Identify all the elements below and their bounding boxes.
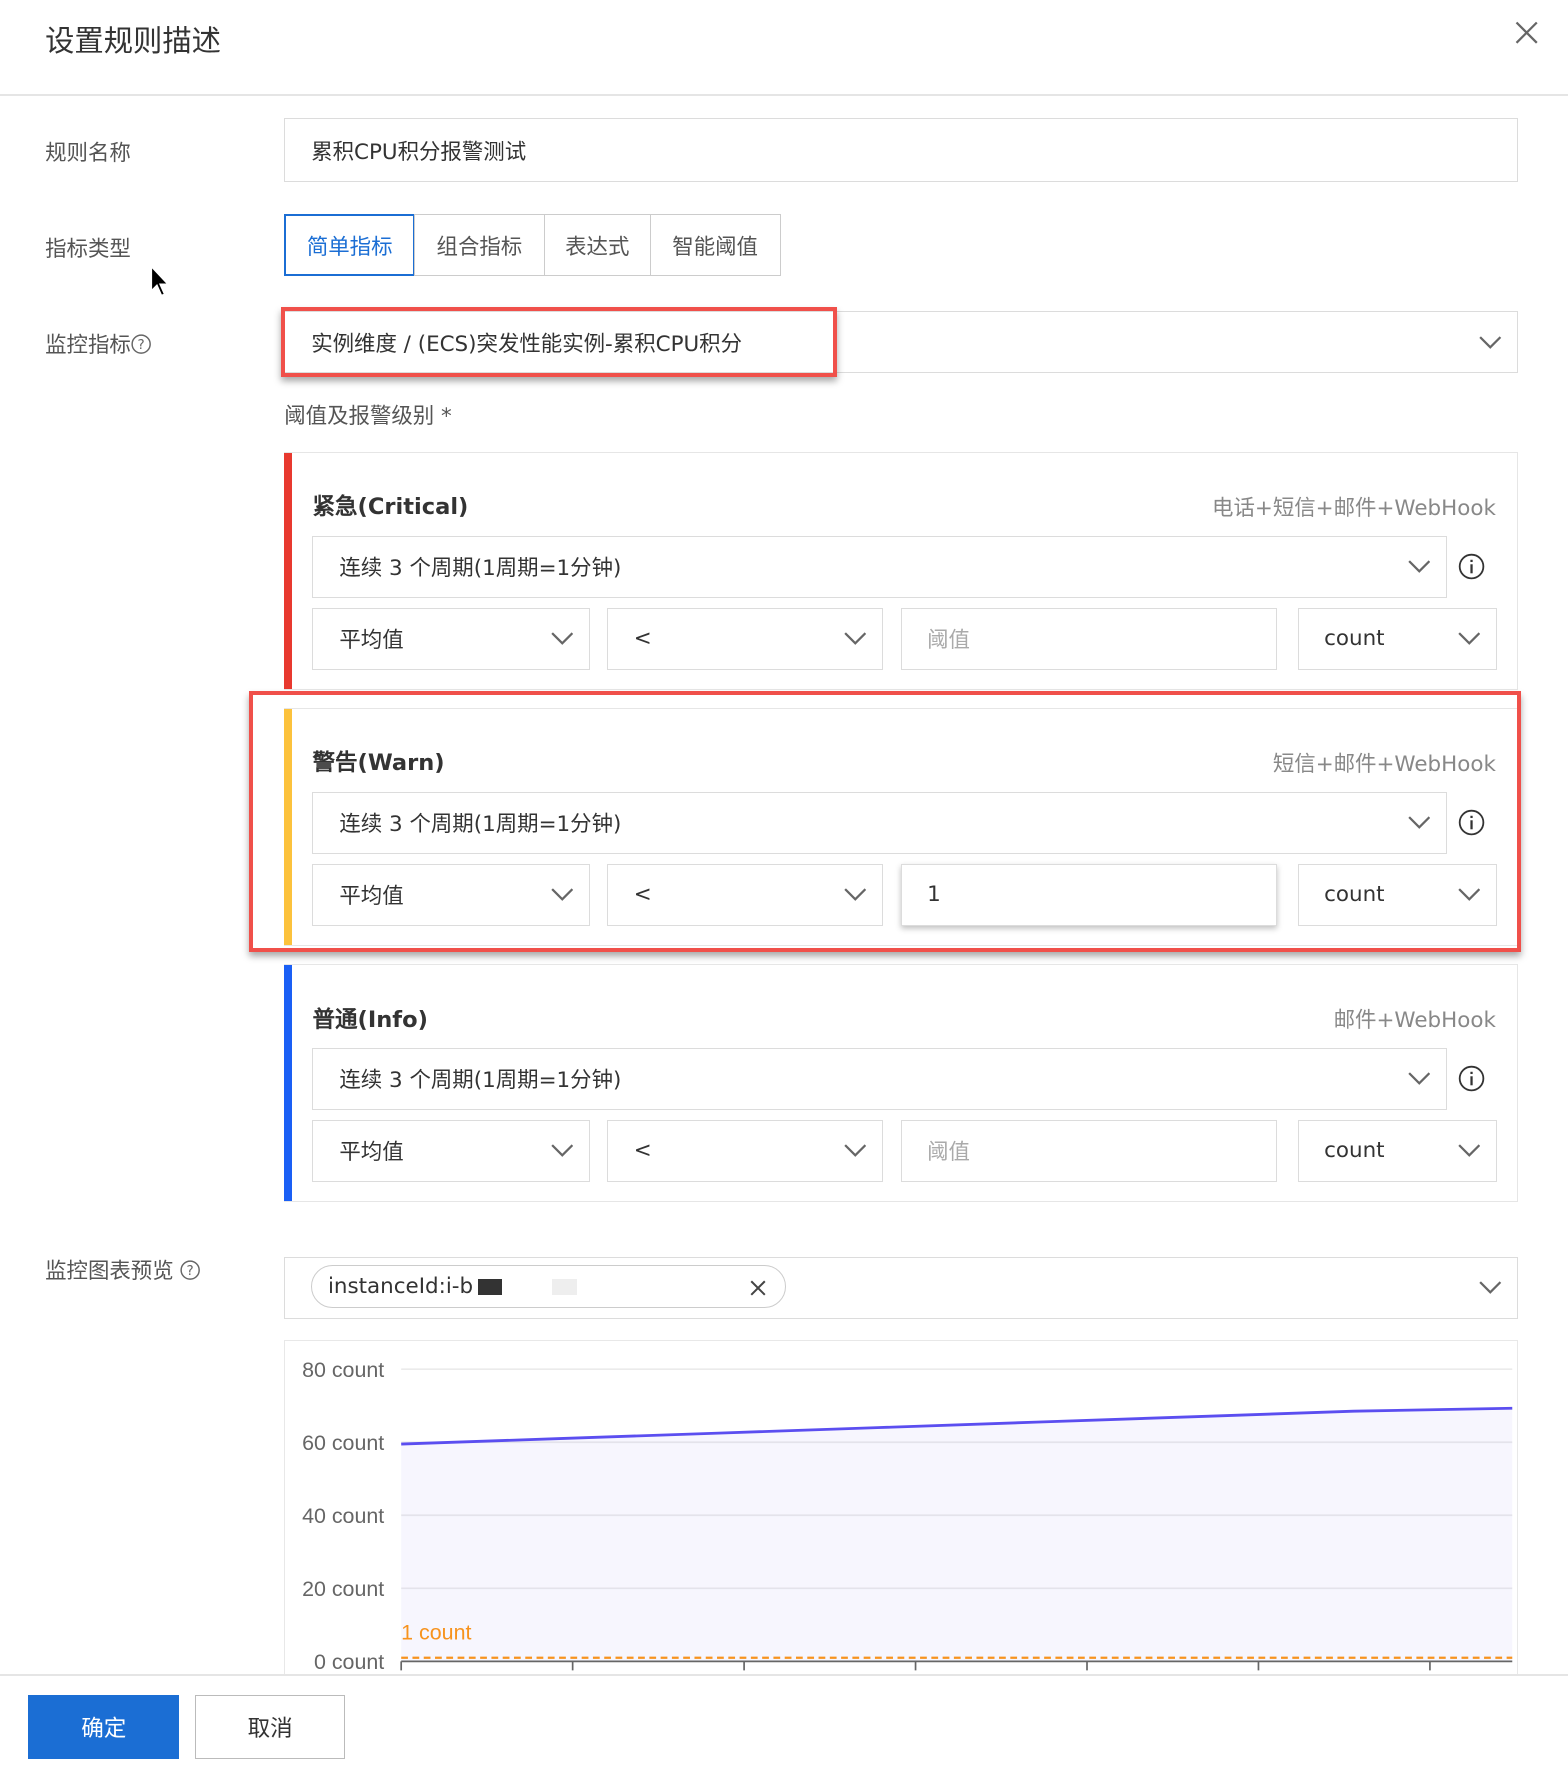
y-tick-label: 0 count <box>314 1650 384 1674</box>
unit-value: count <box>1324 626 1385 652</box>
period-value: 连续 3 个周期(1周期=1分钟) <box>339 1068 622 1094</box>
info-icon[interactable] <box>1458 553 1485 580</box>
chevron-down-icon <box>550 1144 573 1158</box>
highlight-box <box>280 306 837 377</box>
cancel-button[interactable]: 取消 <box>195 1695 346 1759</box>
level-info: 普通(Info) 邮件+WebHook 连续 3 个周期(1周期=1分钟) 平均… <box>284 964 1519 1203</box>
tab-expression[interactable]: 表达式 <box>543 214 651 277</box>
level-notify-channels: 邮件+WebHook <box>1333 1007 1496 1033</box>
y-tick-label: 80 count <box>302 1358 384 1382</box>
metric-type-label: 指标类型 <box>45 237 131 263</box>
unit-select[interactable]: count <box>1298 607 1497 670</box>
preview-chart: 80 count 60 count 40 count 20 count 0 count 1… <box>302 1358 1513 1674</box>
statistic-value: 平均值 <box>339 1140 404 1166</box>
threshold-input[interactable]: 阈值 <box>901 1119 1277 1182</box>
operator-select[interactable]: < <box>606 1119 884 1182</box>
redaction-block <box>477 1279 503 1295</box>
y-tick-label: 20 count <box>302 1577 384 1601</box>
tab-combined-metric[interactable]: 组合指标 <box>413 214 545 277</box>
chevron-down-icon <box>1479 1281 1502 1294</box>
threshold-section-label: 阈值及报警级别 * <box>284 404 452 430</box>
header-divider <box>0 93 1568 96</box>
threshold-label: 1 count <box>401 1621 471 1645</box>
highlight-box <box>249 691 1521 953</box>
redaction-block <box>552 1279 577 1295</box>
chart-container: 80 count 60 count 40 count 20 count 0 count 1… <box>284 1340 1519 1679</box>
level-color-bar <box>284 453 293 690</box>
y-tick-label: 60 count <box>302 1431 384 1455</box>
svg-text:?: ? <box>187 1264 194 1280</box>
level-title: 紧急(Critical) <box>312 494 469 521</box>
threshold-input[interactable]: 阈值 <box>901 607 1277 670</box>
chevron-down-icon <box>1457 632 1480 645</box>
confirm-button[interactable]: 确定 <box>28 1695 180 1759</box>
close-icon[interactable] <box>1512 18 1541 47</box>
svg-text:?: ? <box>137 337 144 353</box>
period-select[interactable]: 连续 3 个周期(1周期=1分钟) <box>312 535 1448 598</box>
help-icon[interactable]: ? <box>131 334 151 355</box>
statistic-value: 平均值 <box>339 628 404 654</box>
level-color-bar <box>284 965 293 1202</box>
instance-tag: instanceId:i-b <box>311 1265 787 1309</box>
period-select[interactable]: 连续 3 个周期(1周期=1分钟) <box>312 1047 1448 1110</box>
threshold-placeholder: 阈值 <box>927 628 970 654</box>
tag-close-icon[interactable] <box>749 1279 767 1297</box>
chevron-down-icon <box>1479 335 1502 349</box>
dialog-title: 设置规则描述 <box>45 24 221 59</box>
instance-select[interactable]: instanceId:i-b <box>284 1256 1519 1319</box>
rule-name-value: 累积CPU积分报警测试 <box>311 139 527 165</box>
chevron-down-icon <box>550 632 573 645</box>
level-critical: 紧急(Critical) 电话+短信+邮件+WebHook 连续 3 个周期(1… <box>284 452 1519 691</box>
chevron-down-icon <box>1408 1072 1431 1085</box>
info-icon[interactable] <box>1458 1065 1485 1092</box>
unit-select[interactable]: count <box>1298 1119 1497 1182</box>
chevron-down-icon <box>1457 1144 1480 1158</box>
tab-smart-threshold[interactable]: 智能阈值 <box>649 214 781 277</box>
y-tick-label: 40 count <box>302 1504 384 1528</box>
chevron-down-icon <box>844 632 867 645</box>
level-title: 普通(Info) <box>312 1006 428 1033</box>
level-notify-channels: 电话+短信+邮件+WebHook <box>1212 495 1496 521</box>
operator-value: < <box>633 626 652 652</box>
threshold-placeholder: 阈值 <box>927 1140 970 1166</box>
mouse-cursor-icon <box>150 264 171 297</box>
series-area <box>401 1408 1513 1662</box>
chevron-down-icon <box>1408 560 1431 573</box>
chevron-down-icon <box>844 1144 867 1158</box>
unit-value: count <box>1324 1138 1385 1164</box>
operator-select[interactable]: < <box>606 607 884 670</box>
rule-name-label: 规则名称 <box>45 141 131 167</box>
tab-simple-metric[interactable]: 简单指标 <box>284 214 416 277</box>
period-value: 连续 3 个周期(1周期=1分钟) <box>339 556 622 582</box>
help-icon[interactable]: ? <box>180 1260 201 1281</box>
rule-name-input[interactable]: 累积CPU积分报警测试 <box>284 118 1519 182</box>
statistic-select[interactable]: 平均值 <box>312 1119 590 1182</box>
operator-value: < <box>633 1138 652 1164</box>
statistic-select[interactable]: 平均值 <box>312 607 590 670</box>
metric-label: 监控指标? <box>45 328 151 359</box>
instance-tag-label: instanceId:i-b <box>327 1274 474 1300</box>
preview-label: 监控图表预览 ? <box>45 1254 201 1285</box>
